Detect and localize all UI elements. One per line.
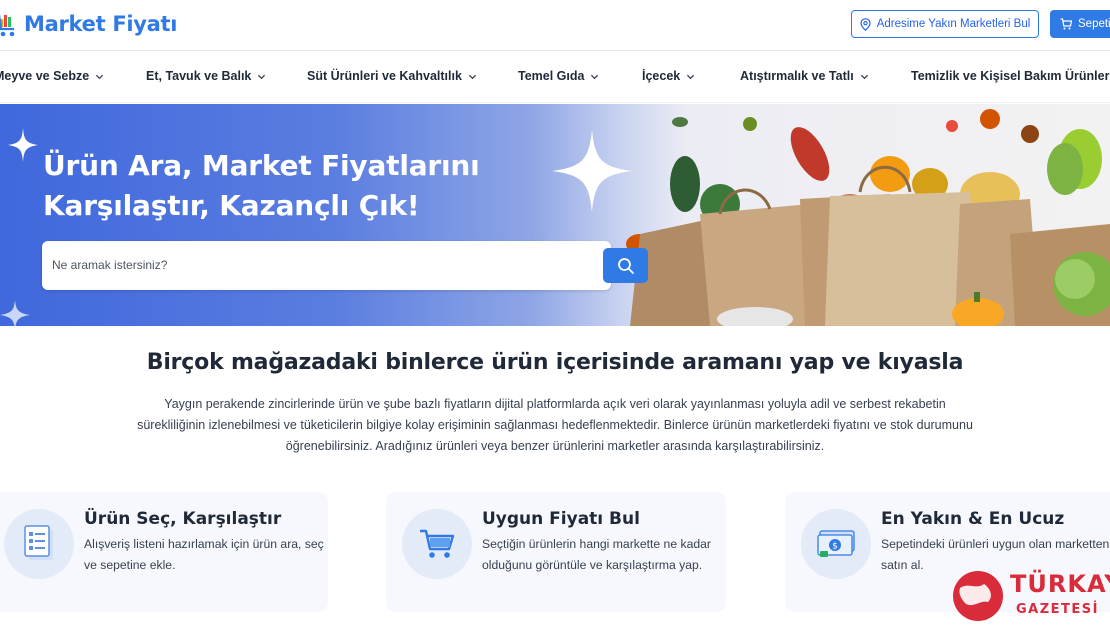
newspaper-watermark: TÜRKAY GAZETESİ [950,566,1110,625]
chevron-down-icon [591,74,599,79]
hero-title: Ürün Ara, Market Fiyatlarını Karşılaştır… [43,146,543,226]
hero-title-line-2: Karşılaştır, Kazançlı Çık! [43,189,420,222]
cart-label: Sepeti [1078,18,1110,30]
nav-item-dairy-breakfast[interactable]: Süt Ürünleri ve Kahvaltılık [307,69,477,83]
intro-line-3: öğrenebilirsiniz. Aradığınız ürünleri ve… [285,439,825,453]
search-icon [617,257,634,274]
nav-item-fruit-vegetables[interactable]: Meyve ve Sebze [0,69,104,83]
watermark-line-2: GAZETESİ [1016,602,1099,617]
watermark-line-1: TÜRKAY [1010,570,1110,598]
feature-card-find-price: Uygun Fiyatı Bul Seçtiğin ürünlerin hang… [386,492,726,612]
site-header: Market Fiyatı Adresime Yakın Marketleri … [0,0,1110,51]
cart-icon [420,529,455,558]
cart-button[interactable]: Sepeti [1050,10,1110,38]
nav-item-meat-chicken-fish[interactable]: Et, Tavuk ve Balık [146,69,266,83]
sparkle-icon [8,128,38,162]
list-icon [24,525,53,560]
intro-title: Birçok mağazadaki binlerce ürün içerisin… [146,350,964,375]
logo-text: Market Fiyatı [24,12,178,36]
feature-title: Ürün Seç, Karşılaştır [84,509,282,529]
search-button[interactable] [603,248,648,283]
nav-item-label: Meyve ve Sebze [0,69,90,83]
nav-item-beverage[interactable]: İçecek [642,69,695,83]
nav-item-label: Süt Ürünleri ve Kahvaltılık [307,69,462,83]
category-nav: Meyve ve Sebze Et, Tavuk ve Balık Süt Ür… [0,52,1110,103]
nav-item-label: İçecek [642,69,681,83]
feature-title: En Yakın & En Ucuz [881,509,1065,529]
logo-cart-icon [0,14,15,37]
hero-title-line-1: Ürün Ara, Market Fiyatlarını [43,149,480,182]
search-bar [42,241,648,290]
sparkle-icon [0,300,30,326]
intro-line-2: sürekliliğinin izlenebilmesi ve tüketici… [137,418,973,432]
feature-card-select-compare: Ürün Seç, Karşılaştır Alışveriş listeni … [0,492,328,612]
feature-icon-wrap [4,509,74,579]
nav-item-label: Atıştırmalık ve Tatlı [740,69,854,83]
feature-title: Uygun Fiyatı Bul [482,509,640,529]
hero-banner: Ürün Ara, Market Fiyatlarını Karşılaştır… [0,104,1110,326]
nav-item-cleaning-personal-care[interactable]: Temizlik ve Kişisel Bakım Ürünleri [911,69,1110,83]
chevron-down-icon [96,74,104,79]
location-pin-icon [860,17,871,31]
chevron-down-icon [687,74,695,79]
find-nearby-markets-button[interactable]: Adresime Yakın Marketleri Bul [851,10,1039,38]
feature-description: Alışveriş listeni hazırlamak için ürün a… [84,537,324,572]
svg-text:$: $ [832,542,838,552]
site-logo[interactable]: Market Fiyatı [0,7,177,41]
chevron-down-icon [468,74,477,79]
nav-item-label: Temel Gıda [518,69,585,83]
nav-item-label: Temizlik ve Kişisel Bakım Ürünleri [911,69,1110,83]
intro-line-1: Yaygın perakende zincirlerinde ürün ve ş… [164,397,946,411]
find-nearby-markets-label: Adresime Yakın Marketleri Bul [876,18,1031,30]
feature-icon-wrap: $ [801,509,871,579]
chevron-down-icon [860,74,868,79]
nav-item-snacks-desserts[interactable]: Atıştırmalık ve Tatlı [740,69,869,83]
money-icon: $ [817,530,855,557]
feature-icon-wrap [402,509,472,579]
grocery-bags-illustration [626,109,1110,326]
intro-description: Yaygın perakende zincirlerinde ürün ve ş… [100,394,1010,457]
globe-logo-icon [953,571,1003,621]
feature-description: Seçtiğin ürünlerin hangi markette ne kad… [482,537,711,572]
chevron-down-icon [258,74,266,79]
nav-item-label: Et, Tavuk ve Balık [146,69,252,83]
nav-item-basic-food[interactable]: Temel Gıda [518,69,599,83]
cart-icon [1060,18,1072,30]
search-input[interactable] [52,255,552,275]
